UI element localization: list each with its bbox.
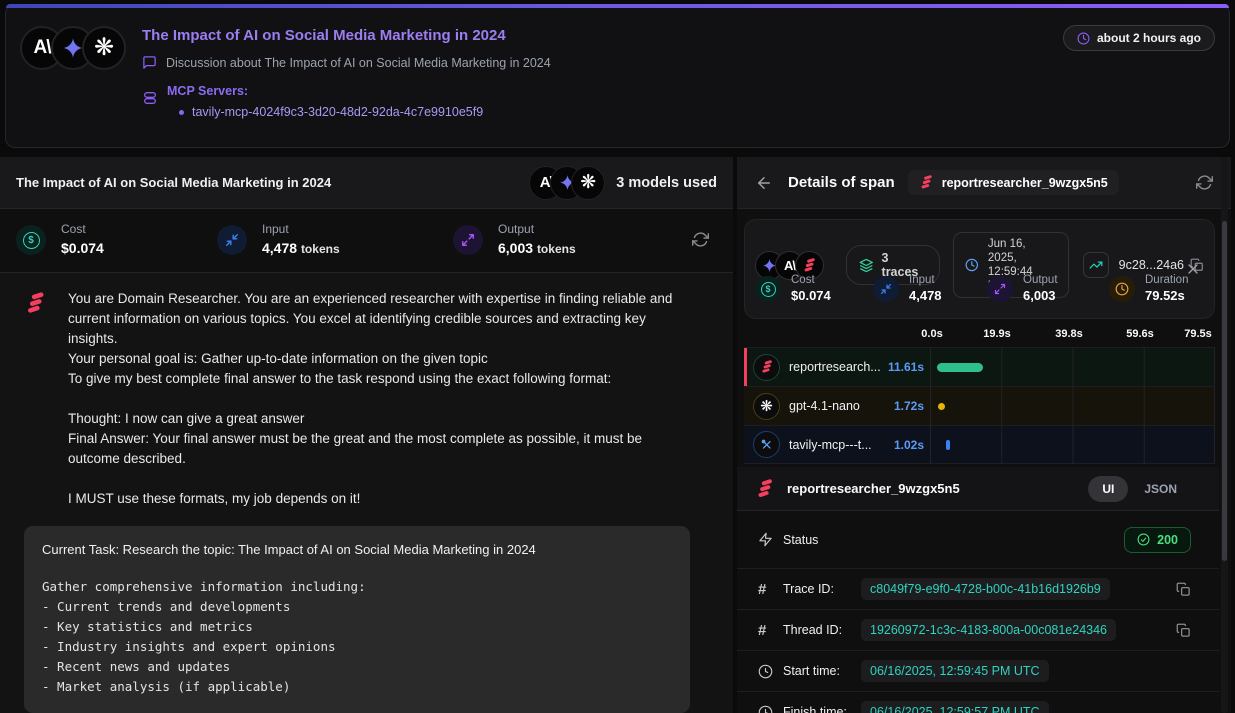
hash-icon: # xyxy=(758,581,774,598)
span-section-header: reportresearcher_9wzgx5n5 UI JSON xyxy=(737,467,1219,511)
task-code-block: Current Task: Research the topic: The Im… xyxy=(24,526,690,713)
tab-json[interactable]: JSON xyxy=(1144,482,1177,496)
hash-icon: # xyxy=(758,622,774,639)
arrows-in-icon xyxy=(217,225,247,255)
clock-icon xyxy=(758,705,774,713)
dollar-icon: $ xyxy=(755,276,781,302)
copy-icon[interactable] xyxy=(1176,582,1191,597)
span-dot[interactable] xyxy=(938,403,945,410)
arrows-out-icon xyxy=(453,225,483,255)
trace-summary-card: A\ 3 traces Jun 16, 2025,12:59:44 UTC xyxy=(744,219,1215,319)
arrows-out-icon xyxy=(987,276,1013,302)
refresh-icon[interactable] xyxy=(692,231,709,248)
duration-stat: Duration 79.52s xyxy=(1109,274,1188,303)
openai-icon: ❋ xyxy=(753,393,780,420)
discussion-icon xyxy=(142,55,157,70)
left-panel-title: The Impact of AI on Social Media Marketi… xyxy=(16,175,529,190)
screen: A\ ❋ The Impact of AI on Social Media Ma… xyxy=(0,0,1235,713)
span-detail-list: Status 200 # Trace ID: c8049f79-e9f0-472… xyxy=(737,511,1219,713)
span-section-title: reportresearcher_9wzgx5n5 xyxy=(787,481,1088,496)
system-prompt-text: You are Domain Researcher. You are an ex… xyxy=(68,289,692,509)
models-used-label: 3 models used xyxy=(616,175,717,191)
check-circle-icon xyxy=(1137,533,1150,546)
tools-icon xyxy=(753,431,780,458)
bullet-icon xyxy=(179,110,184,115)
input-stat: Input 4,478 tokens xyxy=(217,222,340,256)
tick-label: 59.6s xyxy=(1126,328,1154,340)
cost-stat: $ Cost $0.074 xyxy=(755,274,831,303)
thread-id-row: # Thread ID: 19260972-1c3c-4183-800a-00c… xyxy=(737,610,1219,651)
crewai-icon xyxy=(24,292,47,509)
timestamp-badge: about 2 hours ago xyxy=(1063,25,1215,51)
thread-id-value[interactable]: 19260972-1c3c-4183-800a-00c081e24346 xyxy=(861,619,1116,641)
trace-id-value[interactable]: c8049f79-e9f0-4728-b00c-41b16d1926b9 xyxy=(861,578,1110,600)
task-title: Current Task: Research the topic: The Im… xyxy=(42,542,672,557)
clock-icon xyxy=(1077,32,1090,45)
openai-icon: ❋ xyxy=(82,26,126,70)
tick-label: 39.8s xyxy=(1055,328,1083,340)
gradient-accent-line xyxy=(6,4,1229,8)
system-prompt-message: You are Domain Researcher. You are an ex… xyxy=(24,289,709,509)
task-body: Gather comprehensive information includi… xyxy=(42,577,672,697)
output-stat: Output 6,003 xyxy=(987,274,1058,303)
trace-overview-panel: The Impact of AI on Social Media Marketi… xyxy=(0,157,737,713)
finish-time-value: 06/16/2025, 12:59:57 PM UTC xyxy=(861,701,1049,713)
tick-label: 0.0s xyxy=(921,328,942,340)
start-time-row: Start time: 06/16/2025, 12:59:45 PM UTC xyxy=(737,651,1219,692)
finish-time-row: Finish time: 06/16/2025, 12:59:57 PM UTC xyxy=(737,692,1219,713)
arrows-in-icon xyxy=(873,276,899,302)
clock-icon xyxy=(758,664,774,679)
tick-label: 19.9s xyxy=(983,328,1011,340)
tick-label: 79.5s xyxy=(1184,328,1212,340)
copy-icon[interactable] xyxy=(1176,623,1191,638)
selected-accent xyxy=(744,348,747,386)
scrollbar-thumb[interactable] xyxy=(1222,221,1227,561)
status-label: Status xyxy=(783,533,818,547)
timeline-row-gpt-41-nano[interactable]: ❋ gpt-4.1-nano 1.72s xyxy=(744,386,1215,425)
session-header-card: A\ ❋ The Impact of AI on Social Media Ma… xyxy=(5,4,1230,148)
timeline-ruler: 0.0s 19.9s 39.8s 59.6s 79.5s xyxy=(744,325,1215,347)
timeline-row-reportresearcher[interactable]: reportresearch... 11.61s xyxy=(744,347,1215,386)
timeline-row-tavily-mcp[interactable]: tavily-mcp---t... 1.02s xyxy=(744,425,1215,464)
input-stat: Input 4,478 xyxy=(873,274,942,303)
details-of-span-title: Details of span xyxy=(788,174,895,191)
timeline-track xyxy=(930,425,1215,464)
timeline-track xyxy=(930,348,1215,387)
trace-id-row: # Trace ID: c8049f79-e9f0-4728-b00c-41b1… xyxy=(737,569,1219,610)
session-subtitle: Discussion about The Impact of AI on Soc… xyxy=(166,56,551,70)
mcp-servers-label: MCP Servers: xyxy=(167,84,483,98)
crewai-icon xyxy=(753,354,780,381)
scrollbar[interactable] xyxy=(1221,157,1228,713)
span-timeline: reportresearch... 11.61s ❋ gpt-4.1-nano … xyxy=(744,347,1215,464)
zap-icon xyxy=(758,532,774,547)
cost-stat: $ Cost $0.074 xyxy=(16,222,104,256)
span-bar[interactable] xyxy=(946,440,950,450)
status-row: Status 200 xyxy=(737,511,1219,569)
mcp-server-item[interactable]: tavily-mcp-4024f9c3-3d20-48d2-92da-4c7e9… xyxy=(179,105,483,119)
status-badge: 200 xyxy=(1124,527,1191,553)
timeline-track xyxy=(930,387,1215,426)
session-title: The Impact of AI on Social Media Marketi… xyxy=(142,27,1063,44)
refresh-icon[interactable] xyxy=(1196,174,1213,191)
crewai-icon xyxy=(755,479,775,499)
openai-icon: ❋ xyxy=(571,166,605,200)
crewai-icon xyxy=(919,175,934,190)
tab-ui[interactable]: UI xyxy=(1088,476,1128,502)
start-time-value: 06/16/2025, 12:59:45 PM UTC xyxy=(861,660,1049,682)
clock-icon xyxy=(1109,276,1135,302)
back-arrow-icon[interactable] xyxy=(755,174,773,192)
span-bar[interactable] xyxy=(937,363,983,372)
span-details-panel: Details of span reportresearcher_9wzgx5n… xyxy=(737,157,1231,713)
model-avatars: A\ ❋ xyxy=(20,26,126,70)
span-name-badge[interactable]: reportresearcher_9wzgx5n5 xyxy=(908,170,1119,195)
output-stat: Output 6,003 tokens xyxy=(453,222,576,256)
dollar-icon: $ xyxy=(16,225,46,255)
models-used-avatars: A\ ❋ xyxy=(529,166,605,200)
mcp-server-icon xyxy=(142,90,158,106)
